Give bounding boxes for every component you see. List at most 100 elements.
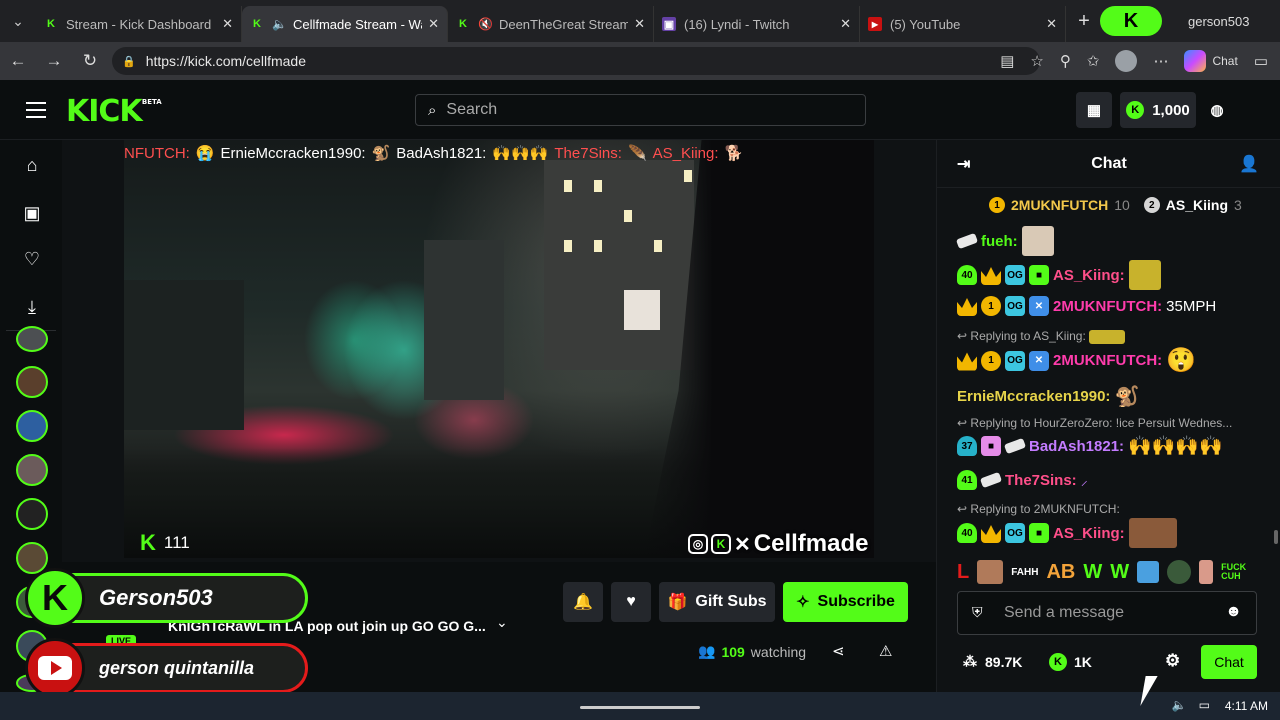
browser-tab[interactable]: K 🔇 DeenTheGreat Stream ✕ [448, 6, 654, 42]
chat-username[interactable]: 2MUKNFUTCH: [1053, 298, 1162, 315]
kick-logo[interactable]: KICK BETA [66, 94, 162, 129]
copilot-button[interactable]: Chat [1184, 50, 1238, 72]
reload-icon[interactable]: ↻ [72, 51, 108, 71]
close-tab-icon[interactable]: ✕ [840, 16, 851, 32]
chat-username[interactable]: ErnieMccracken1990: [957, 388, 1110, 405]
ticker-emote: 🐕 [724, 145, 744, 162]
channel-avatar[interactable] [16, 410, 48, 442]
chat-message: 37 ■ BadAsh1821: 🙌🙌🙌🙌 [957, 434, 1223, 458]
chat-username[interactable]: fueh: [981, 233, 1018, 250]
heart-icon: ♥ [626, 593, 636, 610]
chat-message-input[interactable]: ⛨ Send a message ☻ [957, 591, 1257, 635]
chat-username[interactable]: AS_Kiing: [1053, 267, 1125, 284]
kick-icon: K [253, 18, 261, 30]
close-tab-icon[interactable]: ✕ [428, 16, 439, 32]
user-menu-button[interactable]: ◍ [1202, 92, 1232, 128]
rank-badge: 1 [981, 350, 1001, 371]
browser-tab-active[interactable]: K 🔈 Cellfmade Stream - Wa ✕ [242, 6, 448, 42]
chat-username[interactable]: 2MUKNFUTCH: [1053, 352, 1162, 369]
close-tab-icon[interactable]: ✕ [1046, 16, 1057, 32]
muted-speaker-icon[interactable]: 🔇 [478, 17, 493, 31]
channel-avatar[interactable] [16, 326, 48, 352]
chat-username[interactable]: AS_Kiing: [1053, 525, 1125, 542]
channel-avatar[interactable] [16, 454, 48, 486]
chevron-down-icon[interactable]: ⌄ [496, 614, 508, 631]
crown-badge-icon [957, 298, 977, 316]
emote-button[interactable]: L [957, 561, 969, 584]
reader-view-icon[interactable]: ▤ [1000, 52, 1014, 70]
instagram-icon: ◎ [688, 534, 708, 554]
menu-icon[interactable] [26, 102, 46, 123]
follow-heart-button[interactable]: ♥ [611, 582, 651, 622]
notification-bell-button[interactable]: 🔔 [563, 582, 603, 622]
dashboard-button[interactable]: ▦ [1076, 92, 1112, 128]
profile-avatar[interactable] [1115, 50, 1138, 72]
channel-avatar[interactable] [16, 366, 48, 398]
browser-tab[interactable]: ▣ (16) Lyndi - Twitch ✕ [654, 6, 860, 42]
sub-badge: 40 [957, 523, 977, 543]
video-player[interactable]: NFUTCH: 😭 ErnieMccracken1990: 🐒 BadAsh1821… [62, 140, 936, 562]
following-heart-icon[interactable]: ♡ [21, 248, 43, 270]
channel-points-count: 89.7K [985, 654, 1023, 670]
extensions-icon[interactable]: ⚲ [1060, 52, 1071, 70]
battery-icon[interactable]: ▭ [1199, 698, 1210, 712]
settings-gear-icon[interactable]: ⚙ [1165, 651, 1180, 671]
search-input[interactable]: ⌕ Search [415, 94, 866, 126]
reply-context[interactable]: ↩ Replying to 2MUKNFUTCH: [957, 502, 1120, 516]
youtube-icon [25, 638, 85, 698]
report-warning-icon[interactable]: ⚠ [879, 642, 892, 660]
close-tab-icon[interactable]: ✕ [634, 16, 645, 32]
emote-button[interactable] [1137, 561, 1160, 583]
forward-arrow-icon[interactable]: → [36, 51, 72, 71]
gift-subs-button[interactable]: 🎁 Gift Subs [659, 582, 775, 622]
send-chat-button[interactable]: Chat [1201, 645, 1257, 679]
clock[interactable]: 4:11 AM [1225, 699, 1268, 713]
home-icon[interactable]: ⌂ [21, 154, 43, 176]
browser-tab[interactable]: K Stream - Kick Dashboard ✕ [36, 6, 242, 42]
channel-avatar[interactable] [16, 498, 48, 530]
browser-tab[interactable]: ▶ (5) YouTube ✕ [860, 6, 1066, 42]
download-icon[interactable]: ⤓ [21, 296, 43, 318]
emote-button[interactable] [977, 560, 1004, 584]
volume-icon[interactable]: 🔈 [1172, 698, 1187, 712]
share-icon[interactable]: ⋖ [832, 642, 845, 660]
emote-button[interactable] [1167, 560, 1192, 584]
sub-badge: 40 [957, 265, 977, 285]
reply-context[interactable]: ↩ Replying to AS_Kiing: [957, 329, 1126, 344]
favorite-star-icon[interactable]: ☆ [1030, 52, 1043, 70]
taskbar-handle[interactable] [580, 706, 700, 709]
subscribe-button[interactable]: ✧ Subscribe [783, 582, 908, 622]
close-tab-icon[interactable]: ✕ [222, 16, 233, 32]
tab-actions-chevron-icon[interactable]: ⌄ [0, 0, 36, 42]
emote-button[interactable]: FAHH [1011, 567, 1038, 578]
emote-button[interactable]: W [1083, 561, 1102, 584]
emote-button[interactable]: W [1110, 561, 1129, 584]
profile-pill[interactable]: K gerson503 [1100, 6, 1270, 36]
emote-button[interactable]: FUCK CUH [1221, 563, 1246, 581]
chat-users-icon[interactable]: 👤 [1239, 154, 1259, 174]
emoji-picker-icon[interactable]: ☻ [1225, 603, 1242, 621]
emote-button[interactable] [1199, 560, 1214, 584]
collapse-chat-icon[interactable]: ⇥ [957, 154, 970, 174]
more-options-icon[interactable]: ⋯ [1153, 52, 1168, 70]
emote-button[interactable]: AB [1046, 561, 1075, 584]
kicks-balance-button[interactable]: K 1,000 [1120, 92, 1196, 128]
speaker-icon[interactable]: 🔈 [272, 17, 287, 31]
chat-header: ⇥ Chat 👤 [937, 140, 1280, 188]
url-field[interactable]: 🔒 https://kick.com/cellfmade [112, 47, 1040, 75]
chat-message: 1 OG ✕ 2MUKNFUTCH: 😲 [957, 346, 1196, 375]
sidebar-toggle-icon[interactable]: ▭ [1254, 52, 1268, 70]
chat-message: 41 The7Sins: ⸝ [957, 470, 1088, 490]
chat-username[interactable]: BadAsh1821: [1029, 438, 1124, 455]
stream-video-frame[interactable] [124, 140, 874, 558]
vip-badge-icon: ✕ [1029, 296, 1049, 316]
new-tab-icon[interactable]: + [1066, 10, 1102, 33]
browse-icon[interactable]: ▣ [21, 202, 43, 224]
chat-button-label: Chat [1214, 654, 1244, 670]
chat-username[interactable]: The7Sins: [1005, 472, 1077, 489]
chat-scrollbar[interactable] [1274, 530, 1278, 544]
favorites-icon[interactable]: ✩ [1087, 52, 1100, 70]
back-arrow-icon[interactable]: ← [0, 51, 36, 71]
reply-context[interactable]: ↩ Replying to HourZeroZero: !ice Persuit… [957, 416, 1232, 430]
rank-badge: 2 [1143, 197, 1160, 213]
